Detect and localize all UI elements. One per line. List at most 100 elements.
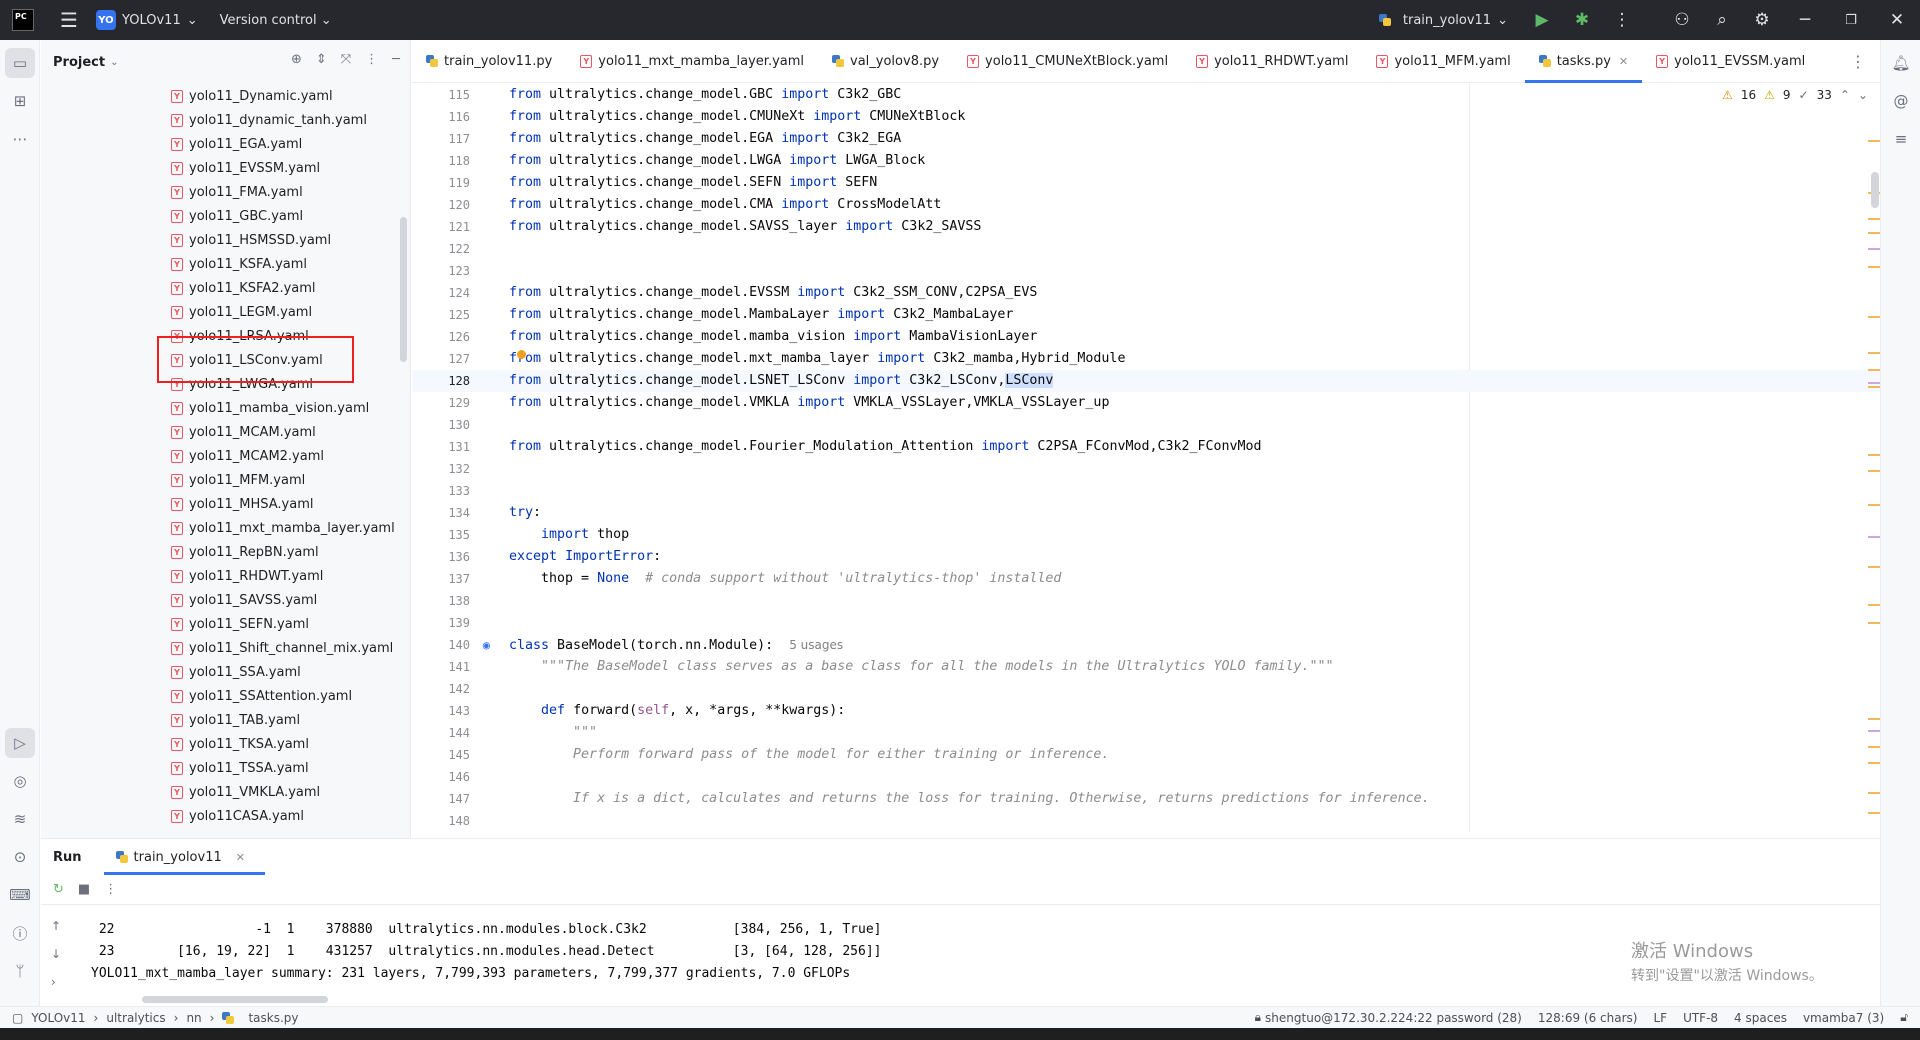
file-tree-item[interactable]: Yyolo11_HSMSSD.yaml [41, 228, 401, 252]
code-line[interactable]: from ultralytics.change_model.VMKLA impo… [509, 392, 1109, 414]
code-line[interactable]: from ultralytics.change_model.MambaLayer… [509, 304, 1013, 326]
file-tree-item[interactable]: Yyolo11_MCAM.yaml [41, 420, 401, 444]
rerun-icon[interactable]: ↻ [53, 882, 64, 897]
error-stripe-mark[interactable] [1868, 762, 1880, 764]
error-stripe-mark[interactable] [1868, 812, 1880, 814]
settings-gear-icon[interactable]: ⚙ [1742, 0, 1782, 40]
error-stripe-mark[interactable] [1868, 382, 1880, 384]
file-tree-item[interactable]: Yyolo11_Dynamic.yaml [41, 84, 401, 108]
python-console-icon[interactable]: ◎ [5, 766, 35, 796]
debug-icon[interactable]: ✱ [1562, 0, 1602, 40]
breadcrumb-item[interactable]: nn [186, 1011, 201, 1025]
editor-tab[interactable]: Yyolo11_mxt_mamba_layer.yaml [566, 40, 818, 83]
editor-tab[interactable]: Yyolo11_EVSSM.yaml [1642, 40, 1819, 83]
error-stripe-mark[interactable] [1868, 536, 1880, 538]
next-highlight-icon[interactable]: ⌄ [1858, 88, 1868, 102]
indent-setting[interactable]: 4 spaces [1734, 1011, 1787, 1025]
run-icon[interactable]: ▶ [1522, 0, 1562, 40]
editor-tab[interactable]: Yyolo11_RHDWT.yaml [1182, 40, 1362, 83]
file-tree-item[interactable]: Yyolo11_KSFA.yaml [41, 252, 401, 276]
error-stripe-mark[interactable] [1868, 369, 1880, 371]
inspection-widget[interactable]: ⚠ 16 ⚠ 9 ✓ 33 ⌃ ⌄ [1722, 88, 1868, 102]
ai-assistant-icon[interactable]: @ [1886, 86, 1916, 116]
file-tree-item[interactable]: Yyolo11_SSAttention.yaml [41, 684, 401, 708]
file-tree-item[interactable]: Yyolo11_SAVSS.yaml [41, 588, 401, 612]
file-tree-item[interactable]: Yyolo11CASA.yaml [41, 804, 401, 828]
project-switcher[interactable]: YO YOLOv11 ⌄ [96, 10, 198, 30]
file-encoding[interactable]: UTF-8 [1683, 1011, 1718, 1025]
code-line[interactable]: import thop [509, 524, 629, 546]
error-stripe-mark[interactable] [1868, 248, 1880, 250]
file-tree-item[interactable]: Yyolo11_GBC.yaml [41, 204, 401, 228]
editor-scrollbar[interactable] [1871, 172, 1879, 208]
file-tree-item[interactable]: Yyolo11_SSA.yaml [41, 660, 401, 684]
file-tree-item[interactable]: Yyolo11_TAB.yaml [41, 708, 401, 732]
code-line[interactable]: from ultralytics.change_model.mxt_mamba_… [509, 348, 1125, 370]
services-icon[interactable]: ⊙ [5, 842, 35, 872]
file-tree-item[interactable]: Yyolo11_FMA.yaml [41, 180, 401, 204]
caret-position[interactable]: 128:69 (6 chars) [1538, 1011, 1638, 1025]
code-line[interactable]: thop = None # conda support without 'ult… [509, 568, 1061, 590]
file-tree-item[interactable]: Yyolo11_TSSA.yaml [41, 756, 401, 780]
editor-tab[interactable]: Yyolo11_MFM.yaml [1362, 40, 1524, 83]
close-icon[interactable]: ✕ [1619, 55, 1628, 68]
file-tree-item[interactable]: Yyolo11_MFM.yaml [41, 468, 401, 492]
restore-icon[interactable]: ❐ [1828, 0, 1874, 40]
breadcrumb-item[interactable]: ultralytics [106, 1011, 165, 1025]
problems-icon[interactable]: ⓘ [5, 918, 35, 948]
code-line[interactable]: from ultralytics.change_model.GBC import… [509, 84, 901, 106]
run-horizontal-scrollbar[interactable] [142, 996, 328, 1003]
scroll-up-icon[interactable]: ↑ [51, 919, 61, 933]
file-tree-item[interactable]: Yyolo11_Shift_channel_mix.yaml [41, 636, 401, 660]
error-stripe-mark[interactable] [1868, 718, 1880, 720]
previous-highlight-icon[interactable]: ⌃ [1840, 88, 1850, 102]
structure-icon[interactable]: ⊞ [5, 86, 35, 116]
error-stripe-mark[interactable] [1868, 746, 1880, 748]
line-separator[interactable]: LF [1653, 1011, 1667, 1025]
code-line[interactable]: from ultralytics.change_model.SAVSS_laye… [509, 216, 981, 238]
file-tree-item[interactable]: Yyolo11_KSFA2.yaml [41, 276, 401, 300]
search-icon[interactable]: ⌕ [1702, 0, 1742, 40]
file-tree-item[interactable]: Yyolo11_RepBN.yaml [41, 540, 401, 564]
file-tree-item[interactable]: Yyolo11_MCAM2.yaml [41, 444, 401, 468]
error-stripe-mark[interactable] [1868, 504, 1880, 506]
tab-list-icon[interactable]: ⋮ [1850, 52, 1880, 71]
remote-interpreter[interactable]: shengtuo@172.30.2.224:22 password (28) [1265, 1011, 1522, 1025]
terminal-icon[interactable]: ⌨ [5, 880, 35, 910]
code-line[interactable]: Perform forward pass of the model for ei… [509, 744, 1109, 766]
project-scrollbar[interactable] [400, 217, 407, 362]
main-menu-icon[interactable]: ☰ [58, 8, 80, 32]
code-line[interactable]: If x is a dict, calculates and returns t… [509, 788, 1430, 810]
code-line[interactable]: from ultralytics.change_model.CMUNeXt im… [509, 106, 965, 128]
git-icon[interactable]: ᛘ [5, 956, 35, 986]
breadcrumb-item[interactable]: YOLOv11 [31, 1011, 85, 1025]
implemented-marker-icon[interactable]: ◉ [474, 634, 490, 656]
more-tools-icon[interactable]: ⋯ [5, 124, 35, 154]
error-stripe-mark[interactable] [1868, 470, 1880, 472]
code-line[interactable]: from ultralytics.change_model.EGA import… [509, 128, 901, 150]
code-line[interactable]: def forward(self, x, *args, **kwargs): [509, 700, 845, 722]
file-tree-item[interactable]: Yyolo11_RHDWT.yaml [41, 564, 401, 588]
error-stripe-mark[interactable] [1868, 266, 1880, 268]
database-icon[interactable]: ≡ [1886, 124, 1916, 154]
python-env[interactable]: vmamba7 (3) [1803, 1011, 1884, 1025]
run-tool-icon[interactable]: ▷ [5, 728, 35, 758]
file-tree-item[interactable]: Yyolo11_VMKLA.yaml [41, 780, 401, 804]
locate-file-icon[interactable]: ⊕ [291, 52, 302, 67]
code-editor[interactable]: 115 from ultralytics.change_model.GBC imp… [412, 84, 1880, 832]
code-line[interactable]: from ultralytics.change_model.LWGA impor… [509, 150, 925, 172]
file-tree-item[interactable]: Yyolo11_TKSA.yaml [41, 732, 401, 756]
error-stripe-mark[interactable] [1868, 622, 1880, 624]
collapse-all-icon[interactable]: ⤧ [341, 52, 351, 67]
close-icon[interactable]: ✕ [236, 851, 245, 864]
code-line[interactable]: try: [509, 502, 541, 524]
error-stripe-mark[interactable] [1868, 140, 1880, 142]
error-stripe-mark[interactable] [1868, 604, 1880, 606]
code-line[interactable]: from ultralytics.change_model.mamba_visi… [509, 326, 1037, 348]
editor-tab[interactable]: tasks.py ✕ [1524, 40, 1643, 83]
breadcrumb-item[interactable]: tasks.py [248, 1011, 298, 1025]
run-tab[interactable]: train_yolov11 ✕ [103, 839, 266, 875]
intention-bulb-icon[interactable] [517, 350, 526, 359]
error-stripe-mark[interactable] [1868, 792, 1880, 794]
file-tree-item[interactable]: Yyolo11_mamba_vision.yaml [41, 396, 401, 420]
